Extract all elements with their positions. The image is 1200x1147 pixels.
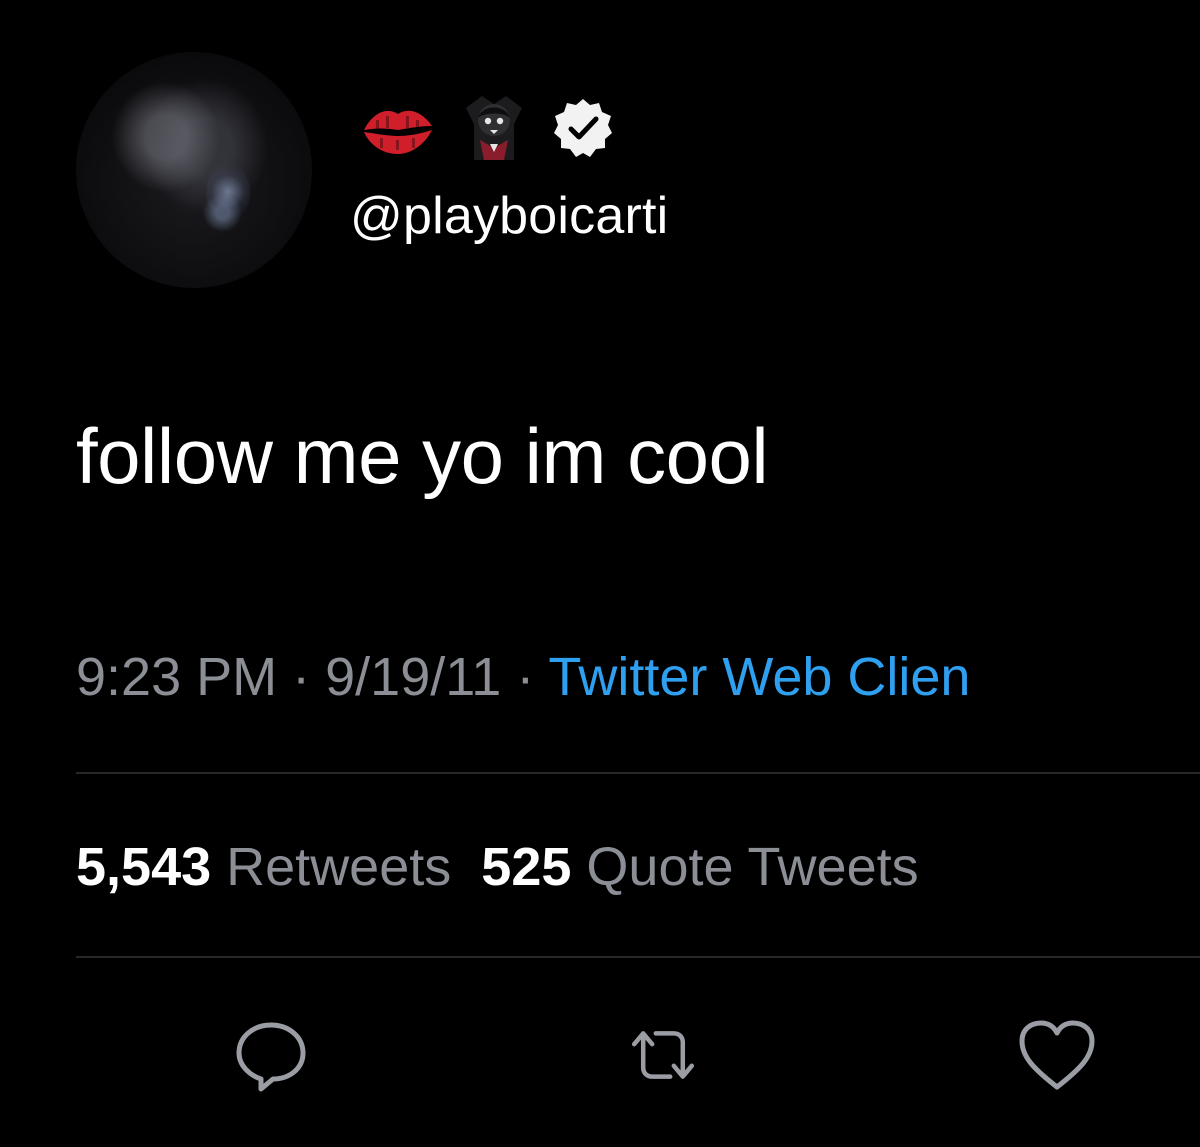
retweets-label: Retweets — [226, 837, 452, 897]
divider — [76, 956, 1200, 958]
verified-badge-icon — [550, 95, 616, 161]
user-handle[interactable]: @playboicarti — [350, 184, 668, 248]
tweet-action-bar — [0, 1010, 1200, 1110]
retweets-count: 5,543 — [76, 837, 212, 897]
tweet-time[interactable]: 9:23 PM — [76, 647, 277, 707]
kiss-mark-icon — [358, 96, 438, 160]
tweet-date[interactable]: 9/19/11 — [325, 647, 501, 707]
quote-tweets-count: 525 — [481, 837, 572, 897]
vampire-icon — [456, 90, 532, 166]
retweet-button[interactable] — [618, 1010, 708, 1100]
like-button[interactable] — [1012, 1010, 1102, 1100]
reply-icon — [236, 1022, 306, 1092]
quote-tweets-stat[interactable]: 525 Quote Tweets — [481, 837, 918, 897]
heart-icon — [1019, 1020, 1095, 1090]
display-name[interactable] — [358, 90, 616, 166]
avatar-highlight — [206, 162, 250, 222]
reply-button[interactable] — [226, 1010, 316, 1100]
tweet-text: follow me yo im cool — [76, 412, 769, 500]
avatar[interactable] — [76, 52, 312, 288]
quote-tweets-label: Quote Tweets — [586, 837, 919, 897]
engagement-stats: 5,543 Retweets 525 Quote Tweets — [76, 832, 919, 902]
meta-separator: · — [292, 647, 311, 707]
tweet-meta: 9:23 PM · 9/19/11 · Twitter Web Clien — [76, 642, 970, 712]
divider — [76, 772, 1200, 774]
tweet-source-link[interactable]: Twitter Web Clien — [548, 647, 970, 707]
retweets-stat[interactable]: 5,543 Retweets — [76, 837, 451, 897]
retweet-icon — [631, 1031, 695, 1079]
meta-separator: · — [516, 647, 535, 707]
